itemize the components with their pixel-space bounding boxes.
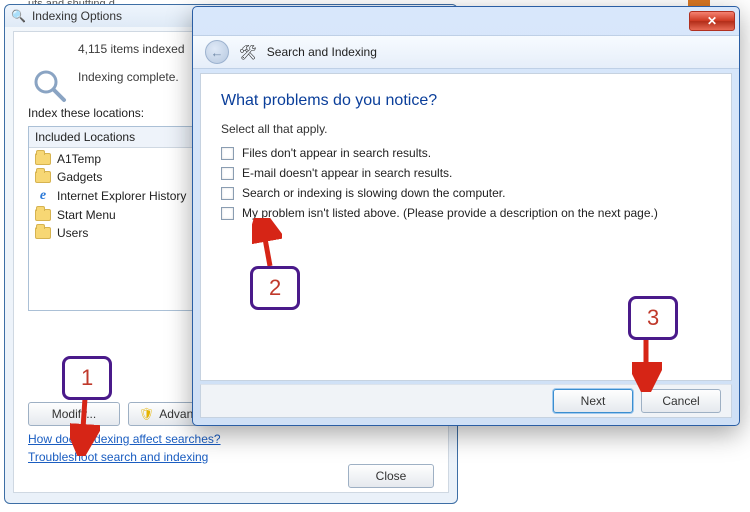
close-button[interactable]: Close <box>348 464 434 488</box>
troubleshooter-subtext: Select all that apply. <box>201 112 731 142</box>
list-item-label: Start Menu <box>57 208 116 222</box>
option-label: My problem isn't listed above. (Please p… <box>242 206 658 220</box>
folder-icon <box>35 209 51 221</box>
checkbox[interactable] <box>221 167 234 180</box>
annotation-3: 3 <box>628 296 678 340</box>
annotation-arrow-3 <box>632 336 662 392</box>
next-button-label: Next <box>581 394 606 408</box>
troubleshooter-titlebar[interactable]: ✕ <box>193 7 739 35</box>
troubleshooter-question: What problems do you notice? <box>201 74 731 112</box>
checkbox[interactable] <box>221 147 234 160</box>
option-label: Files don't appear in search results. <box>242 146 431 160</box>
annotation-arrow-1 <box>70 396 100 456</box>
checkbox[interactable] <box>221 187 234 200</box>
troubleshooter-header-title: Search and Indexing <box>267 45 377 59</box>
indexing-options-title: Indexing Options <box>32 9 122 23</box>
troubleshooter-header: ← 🛠 Search and Indexing <box>193 35 739 69</box>
option-not-listed[interactable]: My problem isn't listed above. (Please p… <box>221 206 711 220</box>
checkbox[interactable] <box>221 207 234 220</box>
annotation-arrow-2 <box>252 218 282 268</box>
annotation-1: 1 <box>62 356 112 400</box>
list-item-label: Users <box>57 226 88 240</box>
option-label: E-mail doesn't appear in search results. <box>242 166 452 180</box>
search-icon: 🔍 <box>11 9 26 23</box>
cancel-button[interactable]: Cancel <box>641 389 721 413</box>
folder-icon <box>35 227 51 239</box>
folder-icon <box>35 171 51 183</box>
list-item-label: Gadgets <box>57 170 102 184</box>
option-slowing-down[interactable]: Search or indexing is slowing down the c… <box>221 186 711 200</box>
screwdriver-icon: 🛠 <box>239 44 257 61</box>
troubleshooter-options: Files don't appear in search results. E-… <box>201 142 731 224</box>
list-item-label: Internet Explorer History <box>57 189 186 203</box>
option-files-dont-appear[interactable]: Files don't appear in search results. <box>221 146 711 160</box>
next-button[interactable]: Next <box>553 389 633 413</box>
option-email-dont-appear[interactable]: E-mail doesn't appear in search results. <box>221 166 711 180</box>
close-button-label: Close <box>376 469 407 483</box>
annotation-2: 2 <box>250 266 300 310</box>
cancel-button-label: Cancel <box>662 394 699 408</box>
troubleshoot-link[interactable]: Troubleshoot search and indexing <box>28 450 221 464</box>
magnifier-icon <box>32 68 68 104</box>
window-close-button[interactable]: ✕ <box>689 11 735 31</box>
list-item-label: A1Temp <box>57 152 101 166</box>
folder-icon <box>35 153 51 165</box>
shield-icon: 🛡 <box>139 407 154 421</box>
back-button[interactable]: ← <box>205 40 229 64</box>
option-label: Search or indexing is slowing down the c… <box>242 186 505 200</box>
ie-icon: e <box>35 188 51 204</box>
how-does-indexing-link[interactable]: How does indexing affect searches? <box>28 432 221 446</box>
